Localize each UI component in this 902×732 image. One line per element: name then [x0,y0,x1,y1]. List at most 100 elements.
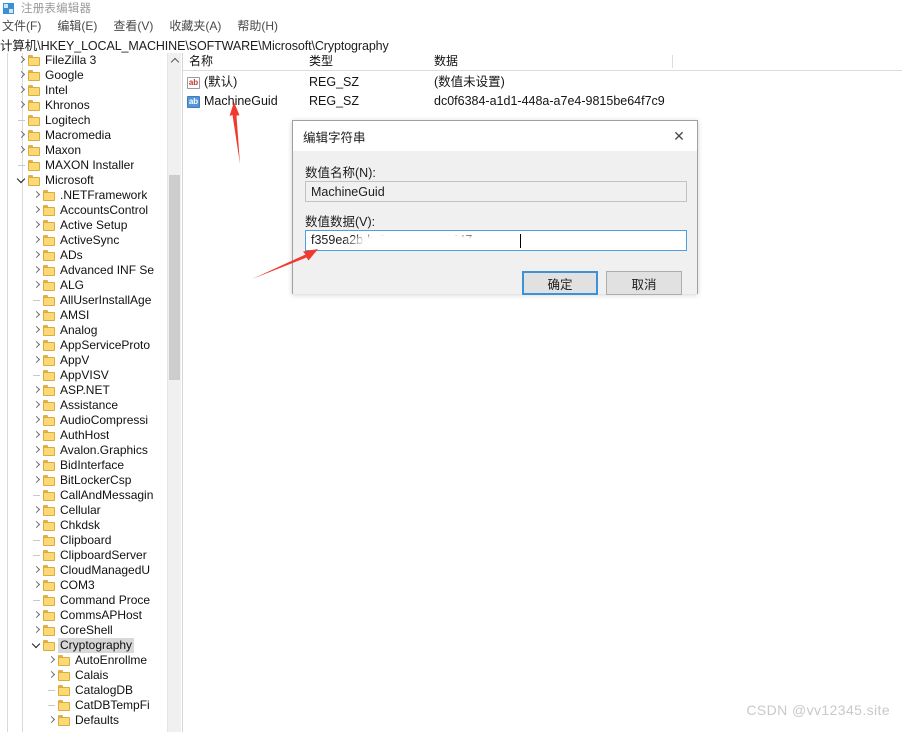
chevron-right-icon[interactable] [30,383,43,398]
tree-vertical-scrollbar[interactable] [167,53,181,732]
tree-item-clipboard[interactable]: Clipboard [0,533,168,548]
chevron-right-icon[interactable] [30,578,43,593]
tree-item-ads[interactable]: ADs [0,248,168,263]
tree-item-commsaphost[interactable]: CommsAPHost [0,608,168,623]
tree-item-clipboardserver[interactable]: ClipboardServer [0,548,168,563]
tree-item-appvisv[interactable]: AppVISV [0,368,168,383]
tree-item-cloudmanagedu[interactable]: CloudManagedU [0,563,168,578]
chevron-right-icon[interactable] [30,263,43,278]
chevron-right-icon[interactable] [30,353,43,368]
tree-item-audiocompressi[interactable]: AudioCompressi [0,413,168,428]
chevron-right-icon[interactable] [45,668,58,683]
chevron-right-icon[interactable] [30,443,43,458]
chevron-up-icon[interactable] [168,53,181,68]
chevron-right-icon[interactable] [30,413,43,428]
tree-item-intel[interactable]: Intel [0,83,168,98]
tree-item-microsoft[interactable]: Microsoft [0,173,168,188]
tree-item-cryptography[interactable]: Cryptography [0,638,168,653]
tree-item-bidinterface[interactable]: BidInterface [0,458,168,473]
chevron-right-icon[interactable] [30,248,43,263]
chevron-right-icon[interactable] [30,428,43,443]
chevron-right-icon[interactable] [30,473,43,488]
tree-item-defaults[interactable]: Defaults [0,713,168,728]
chevron-right-icon[interactable] [30,188,43,203]
ok-button[interactable]: 确定 [522,271,598,295]
scrollbar-thumb[interactable] [169,175,180,380]
chevron-right-icon[interactable] [45,653,58,668]
tree-item-cellular[interactable]: Cellular [0,503,168,518]
menu-item-help[interactable]: 帮助(H) [229,17,286,35]
chevron-right-icon[interactable] [15,53,28,68]
chevron-right-icon[interactable] [15,83,28,98]
menu-item-edit[interactable]: 编辑(E) [49,17,105,35]
tree-item-netframework[interactable]: .NETFramework [0,188,168,203]
tree-item-advanced-inf-se[interactable]: Advanced INF Se [0,263,168,278]
tree-item-analog[interactable]: Analog [0,323,168,338]
table-row[interactable]: ab (默认) REG_SZ (数值未设置) [183,74,883,91]
menu-item-view[interactable]: 查看(V) [105,17,161,35]
chevron-right-icon[interactable] [15,143,28,158]
tree-item-bitlockercsp[interactable]: BitLockerCsp [0,473,168,488]
chevron-right-icon[interactable] [30,203,43,218]
close-icon[interactable]: ✕ [661,121,697,150]
tree-item-calais[interactable]: Calais [0,668,168,683]
chevron-right-icon[interactable] [30,563,43,578]
tree-item-khronos[interactable]: Khronos [0,98,168,113]
tree-item-avalon-graphics[interactable]: Avalon.Graphics [0,443,168,458]
tree-item-catalogdb[interactable]: CatalogDB [0,683,168,698]
table-row[interactable]: ab MachineGuid REG_SZ dc0f6384-a1d1-448a… [183,93,883,110]
cancel-button[interactable]: 取消 [606,271,682,295]
tree-item-active-setup[interactable]: Active Setup [0,218,168,233]
tree-item-alluserinstallage[interactable]: AllUserInstallAge [0,293,168,308]
chevron-right-icon[interactable] [45,713,58,728]
tree-item-macromedia[interactable]: Macromedia [0,128,168,143]
tree-item-catdbtempfi[interactable]: CatDBTempFi [0,698,168,713]
tree-item-maxon-installer[interactable]: MAXON Installer [0,158,168,173]
tree-item-appv[interactable]: AppV [0,353,168,368]
chevron-right-icon[interactable] [30,623,43,638]
tree-item-coreshell[interactable]: CoreShell [0,623,168,638]
chevron-down-icon[interactable] [30,638,43,653]
address-bar[interactable]: 计算机\HKEY_LOCAL_MACHINE\SOFTWARE\Microsof… [0,35,902,54]
tree-item-appserviceproto[interactable]: AppServiceProto [0,338,168,353]
chevron-right-icon[interactable] [30,278,43,293]
chevron-right-icon[interactable] [30,398,43,413]
chevron-right-icon[interactable] [15,68,28,83]
chevron-down-icon[interactable] [15,173,28,188]
tree-item-alg[interactable]: ALG [0,278,168,293]
column-header-data[interactable]: 数据 [428,53,673,70]
tree-item-amsi[interactable]: AMSI [0,308,168,323]
tree-item-maxon[interactable]: Maxon [0,143,168,158]
tree-item-google[interactable]: Google [0,68,168,83]
tree-item-activesync[interactable]: ActiveSync [0,233,168,248]
chevron-right-icon[interactable] [15,128,28,143]
tree-item-assistance[interactable]: Assistance [0,398,168,413]
chevron-right-icon[interactable] [30,458,43,473]
chevron-right-icon[interactable] [30,503,43,518]
edit-string-dialog[interactable]: 编辑字符串 ✕ 数值名称(N): MachineGuid 数值数据(V): f3… [292,120,698,295]
menu-item-favorites[interactable]: 收藏夹(A) [161,17,229,35]
value-data-input[interactable]: f359ea2b-b 4-19267b2a8447 [305,230,687,251]
registry-tree-panel[interactable]: FileZilla 3 Google Intel Khronos Logitech Mac… [0,53,183,732]
tree-item-logitech[interactable]: Logitech [0,113,168,128]
chevron-right-icon[interactable] [30,338,43,353]
chevron-right-icon[interactable] [30,323,43,338]
tree-item-autoenrollme[interactable]: AutoEnrollme [0,653,168,668]
chevron-right-icon[interactable] [30,218,43,233]
tree-item-filezilla-3[interactable]: FileZilla 3 [0,53,168,68]
tree-item-accountscontrol[interactable]: AccountsControl [0,203,168,218]
tree-item-command-proce[interactable]: Command Proce [0,593,168,608]
tree-item-callandmessagin[interactable]: CallAndMessagin [0,488,168,503]
chevron-right-icon[interactable] [30,608,43,623]
tree-item-chkdsk[interactable]: Chkdsk [0,518,168,533]
tree-item-asp-net[interactable]: ASP.NET [0,383,168,398]
chevron-right-icon[interactable] [15,98,28,113]
chevron-right-icon[interactable] [30,233,43,248]
column-header-name[interactable]: 名称 [183,53,303,70]
column-header-type[interactable]: 类型 [303,53,428,70]
chevron-right-icon[interactable] [30,518,43,533]
tree-item-com3[interactable]: COM3 [0,578,168,593]
menu-item-file[interactable]: 文件(F) [0,17,49,35]
chevron-right-icon[interactable] [30,308,43,323]
tree-item-authhost[interactable]: AuthHost [0,428,168,443]
